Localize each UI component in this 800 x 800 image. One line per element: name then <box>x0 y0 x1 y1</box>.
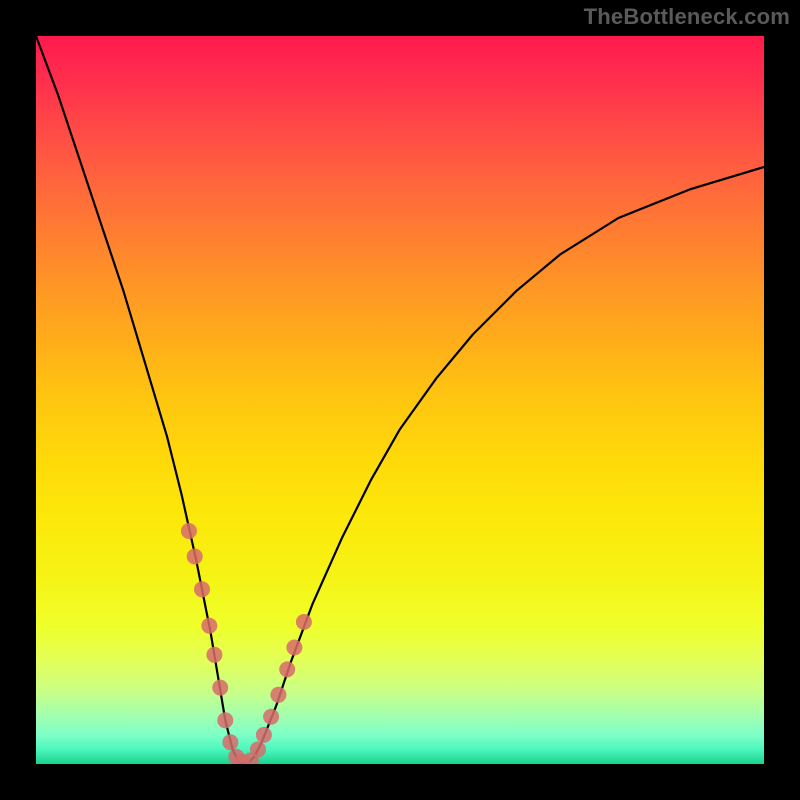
data-point <box>222 734 238 750</box>
data-point <box>279 661 295 677</box>
data-point <box>206 647 222 663</box>
data-point <box>250 741 266 757</box>
data-point <box>270 687 286 703</box>
data-point <box>263 709 279 725</box>
data-point <box>201 618 217 634</box>
data-point <box>194 581 210 597</box>
bottleneck-curve <box>36 36 764 764</box>
chart-frame: TheBottleneck.com <box>0 0 800 800</box>
marker-group <box>181 523 312 764</box>
data-point <box>286 640 302 656</box>
watermark-text: TheBottleneck.com <box>584 4 790 30</box>
data-point <box>296 614 312 630</box>
curve-group <box>36 36 764 764</box>
data-point <box>212 680 228 696</box>
data-point <box>187 549 203 565</box>
data-point <box>181 523 197 539</box>
curve-overlay <box>36 36 764 764</box>
data-point <box>256 727 272 743</box>
data-point <box>217 712 233 728</box>
